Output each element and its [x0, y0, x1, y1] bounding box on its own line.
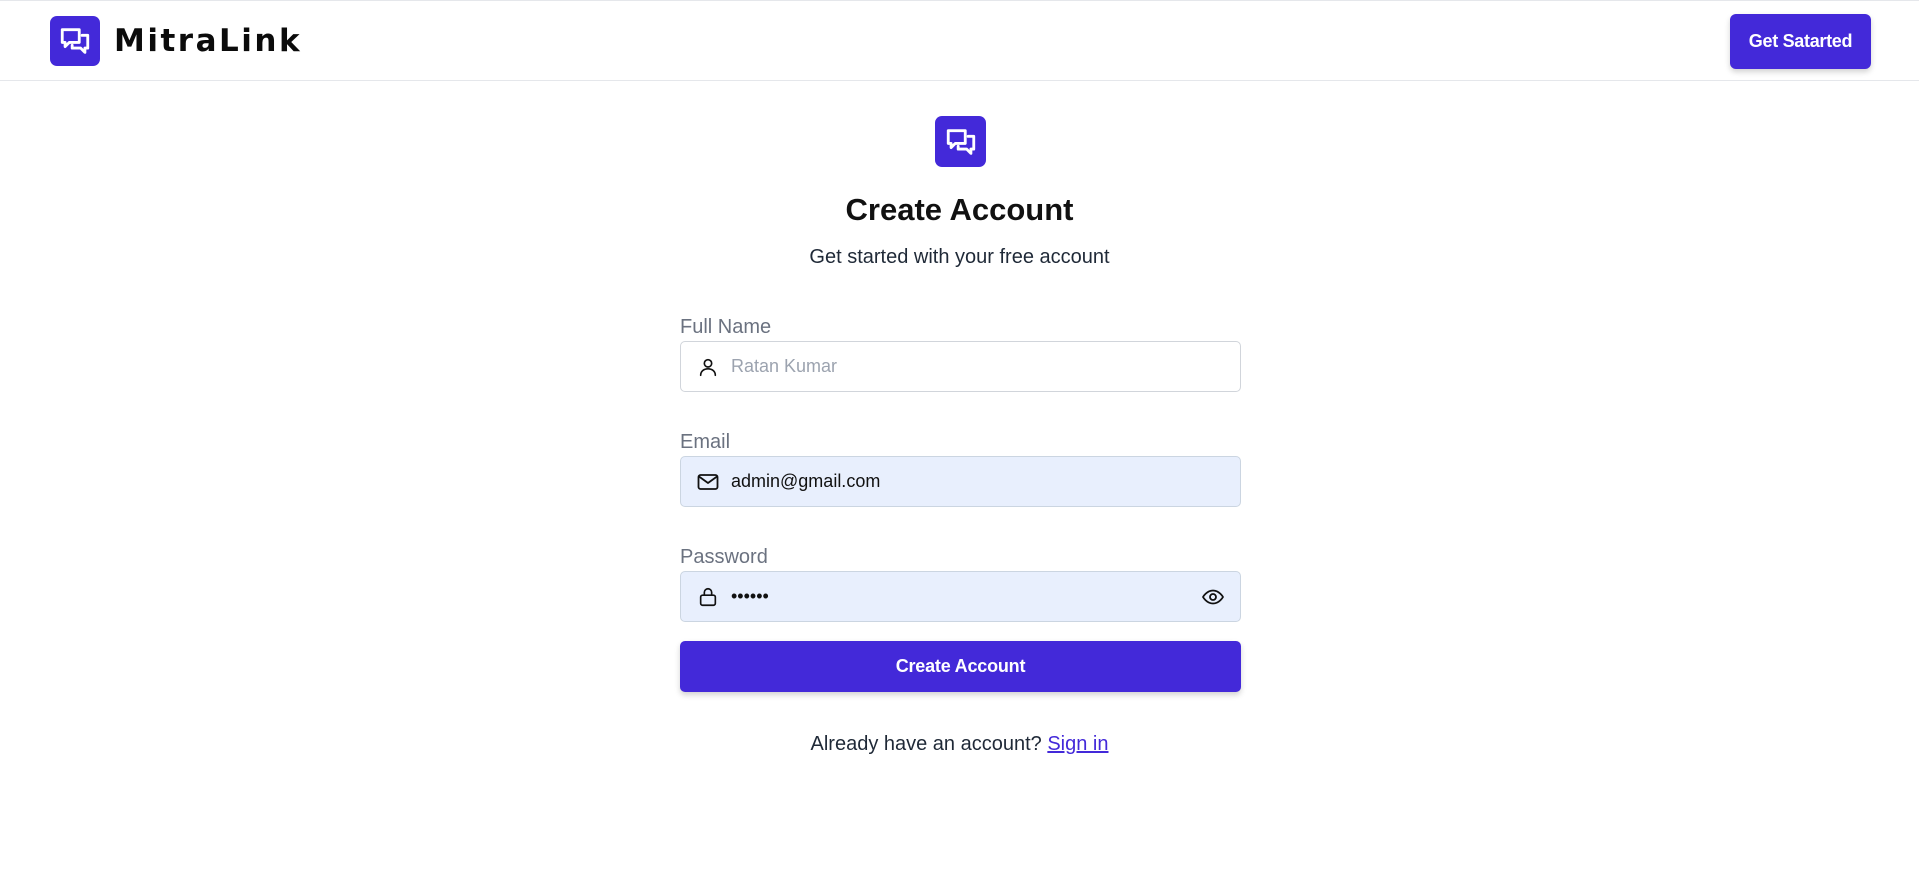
password-field[interactable]	[680, 571, 1241, 622]
chat-bubbles-icon	[935, 116, 986, 167]
top-navbar: MitraLink Get Satarted	[0, 0, 1919, 81]
email-label: Email	[680, 431, 731, 453]
email-input[interactable]	[731, 457, 1201, 506]
mail-icon	[695, 469, 721, 495]
get-started-button[interactable]: Get Satarted	[1730, 14, 1871, 69]
create-account-button[interactable]: Create Account	[680, 641, 1241, 692]
password-input[interactable]	[731, 572, 1201, 621]
lock-icon	[695, 584, 721, 610]
user-icon	[695, 354, 721, 380]
signin-prompt-text: Already have an account?	[810, 733, 1042, 755]
signup-form: Full Name Email Password	[680, 313, 1241, 622]
brand[interactable]: MitraLink	[50, 16, 302, 66]
password-label: Password	[680, 546, 768, 568]
brand-name: MitraLink	[114, 23, 303, 59]
signin-prompt: Already have an account? Sign in	[0, 733, 1919, 756]
email-field[interactable]	[680, 456, 1241, 507]
full-name-input[interactable]	[731, 342, 1201, 391]
full-name-field[interactable]	[680, 341, 1241, 392]
page-title: Create Account	[845, 192, 1074, 227]
full-name-label: Full Name	[680, 316, 772, 338]
page-subtitle: Get started with your free account	[809, 246, 1110, 268]
sign-in-link[interactable]: Sign in	[1047, 733, 1108, 755]
eye-icon[interactable]	[1200, 584, 1226, 610]
chat-bubbles-icon	[50, 16, 100, 66]
